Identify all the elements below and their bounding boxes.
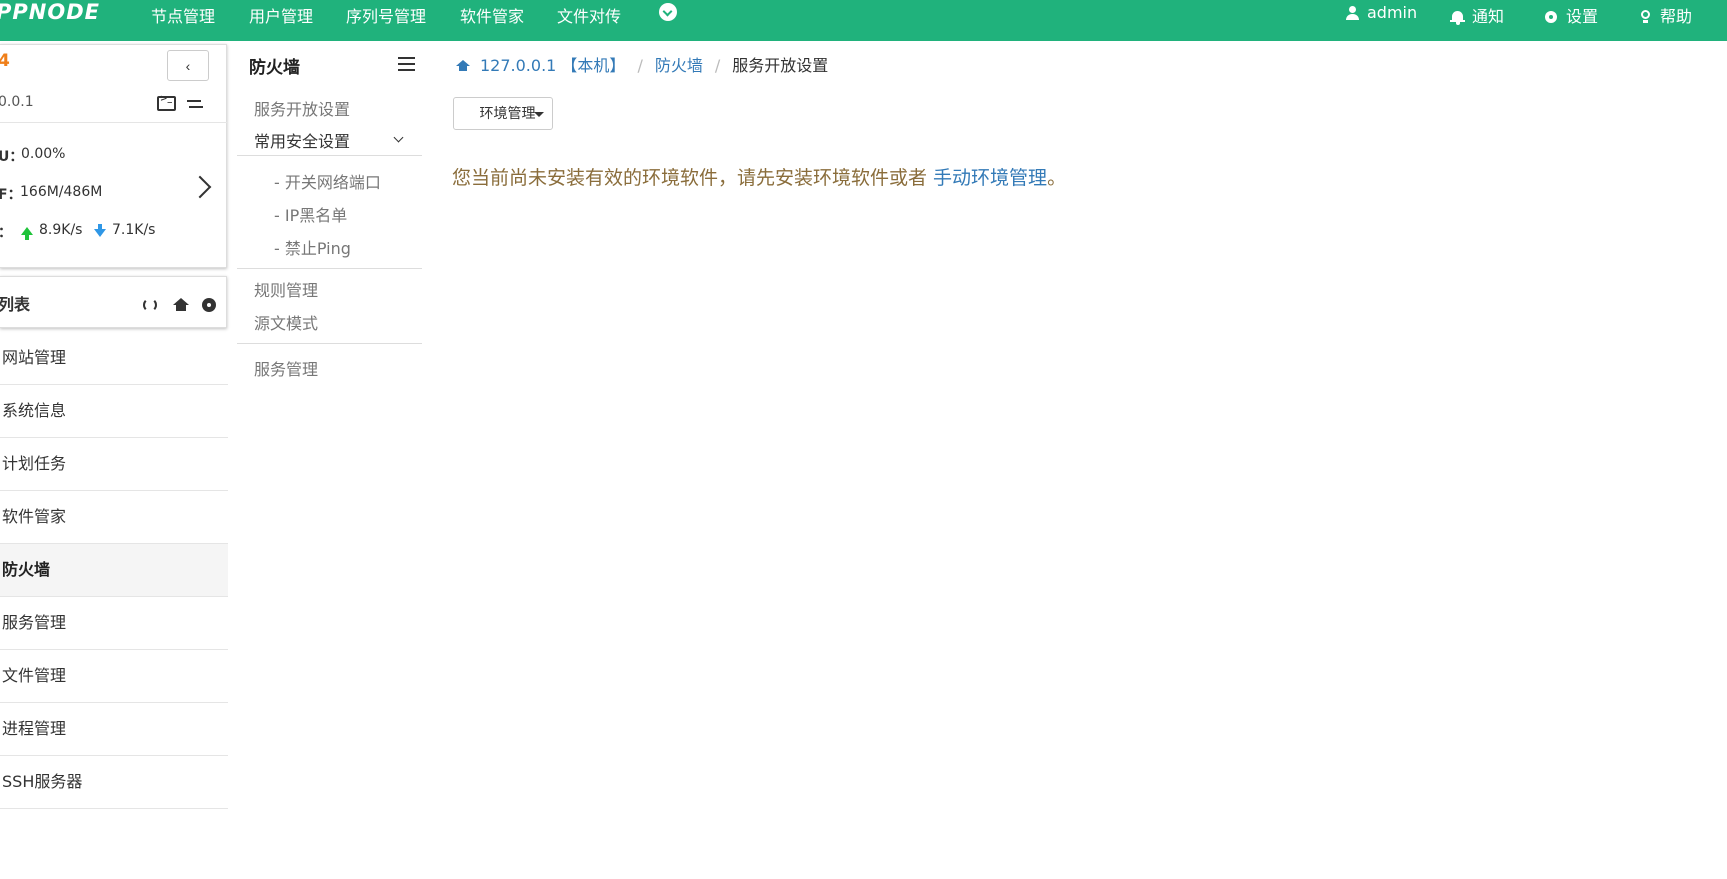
- breadcrumb-current: 服务开放设置: [732, 56, 829, 75]
- collapse-button[interactable]: ‹: [167, 50, 209, 81]
- module-list: 网站管理 系统信息 计划任务 软件管家 防火墙 服务管理 文件管理 进程管理 S…: [0, 332, 228, 809]
- node-ip: 0.0.1: [0, 94, 34, 110]
- lightbulb-icon: [1638, 10, 1652, 24]
- top-bar: PPNODE 节点管理 用户管理 序列号管理 软件管家 文件对传 admin 通…: [0, 0, 1727, 41]
- user-menu[interactable]: admin: [1345, 3, 1417, 22]
- breadcrumb-separator: /: [637, 56, 643, 75]
- module-item-firewall[interactable]: 防火墙: [0, 544, 228, 597]
- env-management-dropdown[interactable]: 环境管理: [453, 97, 553, 130]
- module-list-header: 列表: [0, 276, 227, 328]
- module-list-title: 列表: [0, 295, 31, 314]
- settings-menu[interactable]: 设置: [1544, 3, 1598, 27]
- home-icon[interactable]: [173, 298, 189, 312]
- nav-file-transfer[interactable]: 文件对传: [557, 3, 621, 27]
- settings-icon[interactable]: [202, 298, 216, 312]
- arrow-down-icon: [94, 224, 106, 237]
- more-menu-icon[interactable]: [659, 3, 677, 21]
- chevron-right-icon[interactable]: [188, 175, 212, 199]
- nav-service-management[interactable]: 服务管理: [254, 356, 318, 380]
- divider: [0, 122, 227, 123]
- arrow-up-icon: [21, 227, 33, 240]
- user-icon: [1345, 6, 1359, 20]
- chevron-down-icon[interactable]: [393, 132, 404, 143]
- nav-toggle-network-ports[interactable]: - 开关网络端口: [274, 169, 381, 193]
- help-label: 帮助: [1660, 7, 1693, 26]
- home-icon: [456, 60, 470, 72]
- nav-ip-blacklist[interactable]: - IP黑名单: [274, 202, 347, 226]
- hamburger-menu-icon[interactable]: [398, 57, 415, 71]
- module-item-service-management[interactable]: 服务管理: [0, 597, 228, 650]
- cpu-value: 0.00%: [21, 146, 66, 162]
- divider: [237, 268, 422, 269]
- nav-rules-management[interactable]: 规则管理: [254, 277, 318, 301]
- nav-user-management[interactable]: 用户管理: [249, 3, 313, 27]
- nav-serial-management[interactable]: 序列号管理: [346, 3, 426, 27]
- module-item-file-management[interactable]: 文件管理: [0, 650, 228, 703]
- module-item-website[interactable]: 网站管理: [0, 332, 228, 385]
- node-info-card: 4 ‹ 0.0.1 U： 0.00% F： 166M/486M ： 8.9K/s…: [0, 44, 227, 268]
- module-item-process-management[interactable]: 进程管理: [0, 703, 228, 756]
- memory-value: 166M/486M: [20, 184, 103, 200]
- firewall-nav: 防火墙 服务开放设置 常用安全设置 - 开关网络端口 - IP黑名单 - 禁止P…: [237, 44, 422, 879]
- nav-common-security-group[interactable]: 常用安全设置: [254, 128, 350, 152]
- gear-icon: [1544, 10, 1558, 24]
- breadcrumb: 127.0.0.1 【本机】 / 防火墙 / 服务开放设置: [456, 52, 828, 76]
- caret-down-icon: [534, 112, 544, 117]
- notify-menu[interactable]: 通知: [1450, 3, 1504, 27]
- nav-disable-ping[interactable]: - 禁止Ping: [274, 235, 351, 259]
- module-item-system-info[interactable]: 系统信息: [0, 385, 228, 438]
- breadcrumb-section[interactable]: 防火墙: [655, 56, 703, 75]
- help-menu[interactable]: 帮助: [1638, 3, 1692, 27]
- module-item-ssh-server[interactable]: SSH服务器: [0, 756, 228, 809]
- network-down: 7.1K/s: [94, 222, 155, 238]
- warning-end: 。: [1047, 167, 1067, 189]
- refresh-icon[interactable]: [143, 298, 157, 312]
- settings-label: 设置: [1566, 7, 1599, 26]
- no-environment-warning: 您当前尚未安装有效的环境软件，请先安装环境软件或者 手动环境管理。: [452, 163, 1066, 190]
- module-item-software-manager[interactable]: 软件管家: [0, 491, 228, 544]
- module-item-scheduled-tasks[interactable]: 计划任务: [0, 438, 228, 491]
- breadcrumb-host[interactable]: 127.0.0.1 【本机】: [480, 56, 625, 75]
- breadcrumb-separator: /: [714, 56, 721, 75]
- warning-text: 您当前尚未安装有效的环境软件，请先安装环境软件或者: [452, 167, 934, 189]
- left-panel: 4 ‹ 0.0.1 U： 0.00% F： 166M/486M ： 8.9K/s…: [0, 44, 228, 879]
- nav-service-open-settings[interactable]: 服务开放设置: [254, 96, 350, 120]
- network-up: 8.9K/s: [21, 222, 82, 240]
- terminal-icon[interactable]: [157, 94, 176, 111]
- node-status-icon: 4: [0, 51, 10, 71]
- network-label: ：: [0, 222, 12, 242]
- memory-label: F：: [0, 187, 22, 203]
- user-name: admin: [1367, 3, 1418, 22]
- env-management-label: 环境管理: [479, 105, 536, 121]
- app-logo[interactable]: PPNODE: [0, 0, 100, 24]
- notify-label: 通知: [1472, 7, 1505, 26]
- nav-software-manager[interactable]: 软件管家: [460, 3, 524, 27]
- nav-node-management[interactable]: 节点管理: [151, 3, 215, 27]
- switch-icon[interactable]: [187, 97, 203, 111]
- divider: [237, 343, 422, 344]
- nav-source-mode[interactable]: 源文模式: [254, 310, 318, 334]
- cpu-label: U：: [0, 149, 24, 165]
- manual-env-management-link[interactable]: 手动环境管理: [933, 167, 1047, 189]
- firewall-nav-title: 防火墙: [249, 58, 300, 78]
- divider: [237, 155, 422, 156]
- bell-icon: [1450, 10, 1465, 25]
